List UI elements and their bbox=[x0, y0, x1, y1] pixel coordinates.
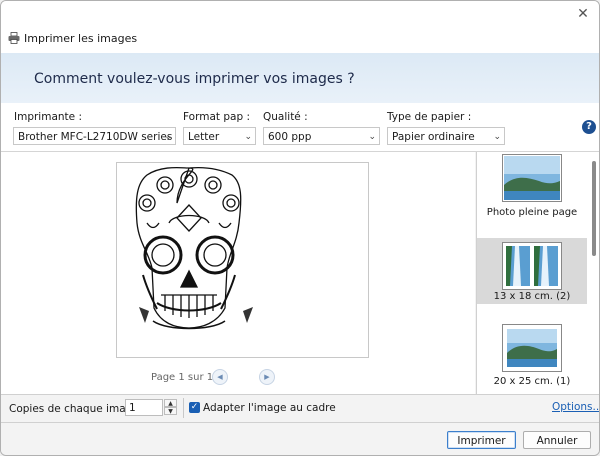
divider bbox=[183, 398, 184, 418]
help-icon[interactable]: ? bbox=[582, 120, 596, 134]
layout-label: Photo pleine page bbox=[486, 207, 578, 218]
layout-list: Photo pleine page 13 x 18 cm. (2) 20 x 2… bbox=[476, 152, 599, 394]
layout-label: 13 x 18 cm. (2) bbox=[493, 291, 571, 302]
options-link[interactable]: Options... bbox=[552, 401, 599, 413]
copies-input[interactable]: 1 bbox=[125, 399, 163, 416]
title-bar: ✕ Imprimer les images bbox=[1, 1, 599, 53]
window-title: Imprimer les images bbox=[24, 32, 138, 45]
fit-to-frame-checkbox[interactable]: ✓ bbox=[189, 402, 200, 413]
layout-label: 20 x 25 cm. (1) bbox=[493, 376, 571, 387]
sugar-skull-image bbox=[135, 166, 253, 330]
print-options-bar: Imprimante : Brother MFC-L2710DW series … bbox=[1, 103, 599, 152]
print-preview: Page 1 sur 1 ◀ ▶ bbox=[1, 152, 475, 394]
header-banner: Comment voulez-vous imprimer vos images … bbox=[1, 53, 599, 103]
chevron-down-icon: ⌄ bbox=[244, 132, 252, 142]
copies-increase-button[interactable]: ▲ bbox=[164, 399, 177, 407]
print-pictures-dialog: ✕ Imprimer les images Comment voulez-vou… bbox=[0, 0, 600, 456]
copies-bar: Copies de chaque image : 1 ▲ ▼ ✓ Adapter… bbox=[1, 394, 599, 423]
quality-label: Qualité : bbox=[263, 111, 308, 123]
preview-page bbox=[116, 162, 369, 358]
printer-select-value: Brother MFC-L2710DW series Prin bbox=[18, 131, 175, 143]
chevron-down-icon: ⌄ bbox=[368, 132, 376, 142]
print-button[interactable]: Imprimer bbox=[447, 431, 516, 449]
layout-item-13x18[interactable]: 13 x 18 cm. (2) bbox=[477, 238, 587, 304]
next-page-button[interactable]: ▶ bbox=[259, 369, 275, 385]
previous-page-button[interactable]: ◀ bbox=[212, 369, 228, 385]
paper-type-value: Papier ordinaire bbox=[392, 131, 475, 143]
paper-size-label: Format pap : bbox=[183, 111, 250, 123]
page-indicator: Page 1 sur 1 bbox=[151, 372, 214, 383]
fit-to-frame-label[interactable]: Adapter l'image au cadre bbox=[203, 402, 336, 414]
landscape-photo-icon bbox=[502, 324, 562, 372]
printer-label: Imprimante : bbox=[14, 111, 82, 123]
quality-select[interactable]: 600 ppp ⌄ bbox=[263, 127, 380, 145]
two-waterfall-photos-icon bbox=[502, 242, 562, 290]
chevron-down-icon: ⌄ bbox=[164, 132, 172, 142]
layout-item-20x25[interactable]: 20 x 25 cm. (1) bbox=[477, 320, 587, 392]
copies-decrease-button[interactable]: ▼ bbox=[164, 407, 177, 415]
paper-size-select[interactable]: Letter ⌄ bbox=[183, 127, 256, 145]
printer-icon bbox=[8, 32, 20, 44]
dialog-footer: Imprimer Annuler bbox=[1, 422, 599, 455]
landscape-photo-icon bbox=[502, 154, 562, 202]
paper-type-select[interactable]: Papier ordinaire ⌄ bbox=[387, 127, 505, 145]
close-button[interactable]: ✕ bbox=[573, 5, 593, 23]
cancel-button[interactable]: Annuler bbox=[523, 431, 591, 449]
page-heading: Comment voulez-vous imprimer vos images … bbox=[34, 71, 355, 87]
quality-value: 600 ppp bbox=[268, 131, 312, 143]
printer-select[interactable]: Brother MFC-L2710DW series Prin ⌄ bbox=[13, 127, 176, 145]
paper-type-label: Type de papier : bbox=[387, 111, 472, 123]
layout-list-scrollbar[interactable] bbox=[592, 161, 596, 256]
chevron-down-icon: ⌄ bbox=[493, 132, 501, 142]
paper-size-value: Letter bbox=[188, 131, 220, 143]
layout-item-full-page[interactable]: Photo pleine page bbox=[477, 152, 587, 232]
